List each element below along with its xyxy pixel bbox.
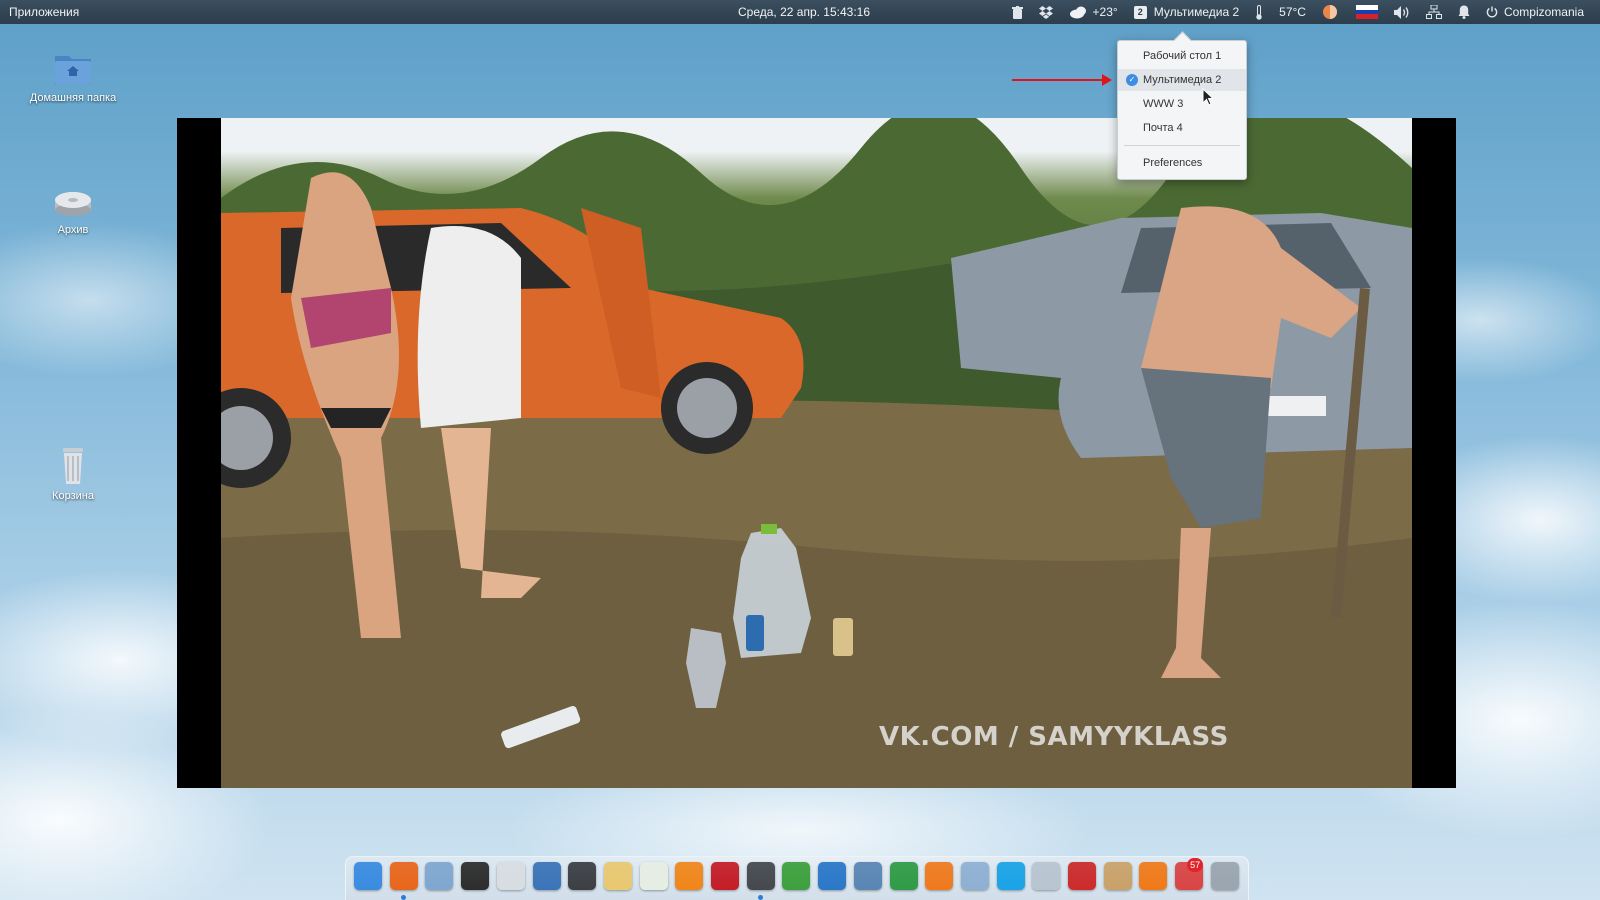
preferences-menu-item[interactable]: Preferences [1118,152,1246,174]
running-indicator [757,895,763,900]
workspace-menu: Рабочий стол 1 ✓ Мультимедиа 2 WWW 3 Поч… [1117,40,1247,180]
files-icon[interactable] [425,862,454,890]
system-tray: +23° 2 Мультимедиа 2 57°C Compizomania [1004,0,1592,24]
folder-info-icon[interactable] [1103,862,1132,890]
thermometer-icon[interactable] [1247,0,1271,24]
menu-item-label: WWW 3 [1143,98,1184,110]
workspace-name: Мультимедиа 2 [1153,5,1240,19]
mail-icon[interactable] [603,862,632,890]
workspace-icon: 2 [1133,5,1147,19]
screenshot-icon[interactable] [746,862,775,900]
notification-badge: 57 [1187,858,1204,872]
notes-icon[interactable] [1210,862,1239,890]
video-watermark: VK.COM / SAMYYKLASS [879,722,1229,752]
search-tool-icon[interactable] [1068,862,1096,890]
desktop-icon-archive[interactable]: Архив [18,180,128,236]
weather-temperature: +23° [1092,5,1118,19]
image-viewer-icon[interactable] [853,862,882,890]
workspace-menu-item[interactable]: WWW 3 [1118,93,1246,115]
spreadsheet-icon[interactable] [639,862,668,890]
menu-item-label: Preferences [1143,157,1203,169]
dock: 57 [345,856,1249,900]
workspace-menu-item-active[interactable]: ✓ Мультимедиа 2 [1118,69,1246,91]
redshift-icon[interactable] [1314,0,1348,24]
panel-clock[interactable]: Среда, 22 апр. 15:43:16 [738,5,870,19]
check-icon: ✓ [1126,74,1138,86]
flag-icon[interactable] [1348,0,1386,24]
mouse-cursor-icon [1202,88,1214,106]
trash-bin-icon [51,446,95,486]
music-icon[interactable] [675,862,704,890]
sync-icon[interactable] [889,862,918,890]
cpu-temperature[interactable]: 57°C [1271,0,1314,24]
weather-icon[interactable]: +23° [1061,0,1126,24]
update-icon[interactable] [1139,862,1168,890]
menu-item-label: Мультимедиа 2 [1143,74,1222,86]
video-player-icon[interactable] [711,862,739,890]
text-editor-icon[interactable] [496,862,525,890]
shotwell-icon[interactable] [532,862,561,890]
workspace-menu-item[interactable]: Рабочий стол 1 [1118,45,1246,67]
desktop-icon-label: Архив [57,224,89,236]
power-icon [1486,6,1498,18]
menu-item-label: Рабочий стол 1 [1143,50,1222,62]
video-player-window[interactable]: VK.COM / SAMYYKLASS [177,118,1456,788]
menu-item-label: Почта 4 [1143,122,1183,134]
desktop-icon-label: Корзина [52,490,94,502]
notification-bell-icon[interactable] [1450,0,1478,24]
toggle-settings-icon[interactable] [960,862,989,890]
menu-separator [1124,145,1240,146]
media-play-icon[interactable] [782,862,811,890]
trash-icon[interactable] [1004,0,1031,24]
video-scene [221,118,1412,788]
system-monitor-icon[interactable] [568,862,597,890]
desktop-icon-trash[interactable]: Корзина [18,446,128,502]
workspace-switcher-icon[interactable] [354,862,382,890]
home-folder-icon[interactable] [1032,862,1061,890]
terminal-icon[interactable] [461,862,490,890]
dropbox-icon[interactable] [1031,0,1061,24]
network-icon[interactable] [1418,0,1450,24]
user-name: Compizomania [1503,5,1584,19]
firefox-icon[interactable] [389,862,418,900]
calendar-icon[interactable]: 57 [1175,858,1204,890]
red-arrow-annotation [1012,74,1112,86]
skype-icon[interactable] [996,862,1025,890]
video-frame[interactable]: VK.COM / SAMYYKLASS [221,118,1412,788]
home-folder-icon [51,48,95,88]
desktop-icon-home[interactable]: Домашняя папка [18,48,128,104]
session-menu[interactable]: Compizomania [1478,0,1592,24]
tv-icon[interactable] [818,862,847,890]
desktop-icon-label: Домашняя папка [29,92,117,104]
workspace-menu-item[interactable]: Почта 4 [1118,117,1246,139]
running-indicator [400,895,406,900]
workspace-indicator[interactable]: 2 Мультимедиа 2 [1126,0,1247,24]
top-panel: Приложения Среда, 22 апр. 15:43:16 +23° … [0,0,1600,24]
volume-icon[interactable] [1386,0,1418,24]
applications-menu[interactable]: Приложения [9,5,79,19]
drive-icon [51,180,95,220]
app-store-icon[interactable] [925,862,954,890]
